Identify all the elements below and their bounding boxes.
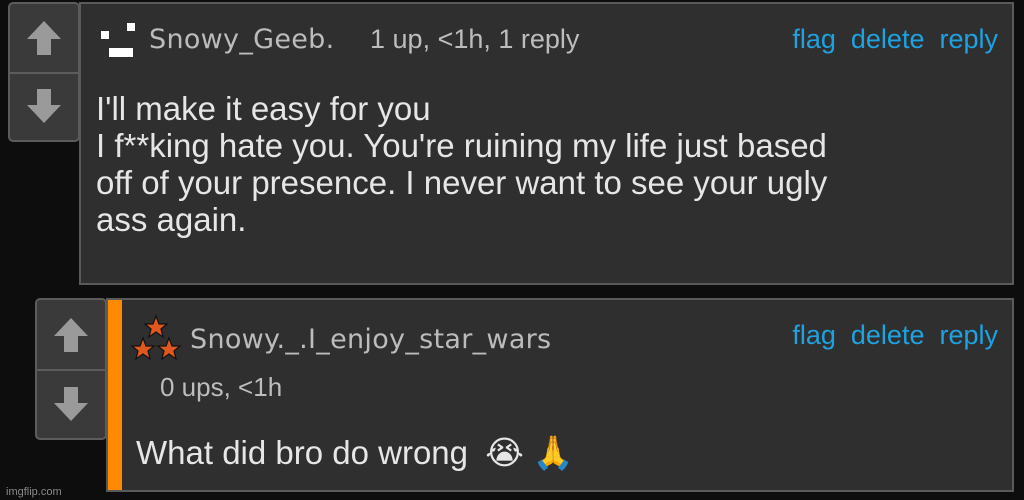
- comment-meta: Snowy_Geeb. 1 up, <1h, 1 reply: [149, 24, 579, 55]
- comment-username-row: Snowy._.I_enjoy_star_wars: [190, 324, 551, 355]
- reply-link[interactable]: reply: [939, 320, 998, 351]
- comment-line: ass again.: [96, 201, 247, 238]
- flag-link[interactable]: flag: [792, 320, 836, 351]
- reply-accent-bar: [108, 300, 122, 490]
- vote-box-comment-2: [35, 298, 107, 440]
- comment-line: I'll make it easy for you: [96, 90, 431, 127]
- vote-box-comment-1: [8, 2, 80, 142]
- watermark: imgflip.com: [6, 486, 62, 498]
- upvote-button[interactable]: [37, 300, 105, 371]
- flag-link[interactable]: flag: [792, 24, 836, 55]
- username-link[interactable]: Snowy_Geeb.: [149, 24, 335, 55]
- upvote-button[interactable]: [10, 4, 78, 74]
- delete-link[interactable]: delete: [851, 24, 925, 55]
- downvote-button[interactable]: [37, 369, 105, 438]
- pixel-blocks-icon: [101, 23, 135, 57]
- comment-line: I f**king hate you. You're ruining my li…: [96, 127, 827, 164]
- folded-hands-emoji: 🙏: [532, 434, 575, 471]
- username-link[interactable]: Snowy._.I_enjoy_star_wars: [190, 324, 551, 355]
- crying-face-emoji: 😭: [485, 434, 524, 471]
- downvote-button[interactable]: [10, 72, 78, 140]
- arrow-down-icon: [27, 89, 61, 123]
- arrow-up-icon: [27, 21, 61, 55]
- comment-stats: 0 ups, <1h: [160, 372, 283, 402]
- arrow-down-icon: [54, 386, 88, 421]
- comment-actions: flag delete reply: [792, 24, 998, 55]
- arrow-up-icon: [54, 317, 88, 352]
- comment-actions: flag delete reply: [792, 320, 998, 351]
- comment-body: What did bro do wrong 😭 🙏: [136, 434, 574, 471]
- three-stars-icon: [130, 314, 182, 361]
- comment-body: I'll make it easy for you I f**king hate…: [96, 90, 827, 238]
- comment-text: What did bro do wrong: [136, 434, 469, 471]
- delete-link[interactable]: delete: [851, 320, 925, 351]
- comment-card-2: Snowy._.I_enjoy_star_wars 0 ups, <1h fla…: [106, 298, 1014, 492]
- comment-line: off of your presence. I never want to se…: [96, 164, 828, 201]
- comment-card-1: Snowy_Geeb. 1 up, <1h, 1 reply flag dele…: [79, 2, 1014, 285]
- comment-stats: 1 up, <1h, 1 reply: [370, 24, 580, 54]
- reply-link[interactable]: reply: [939, 24, 998, 55]
